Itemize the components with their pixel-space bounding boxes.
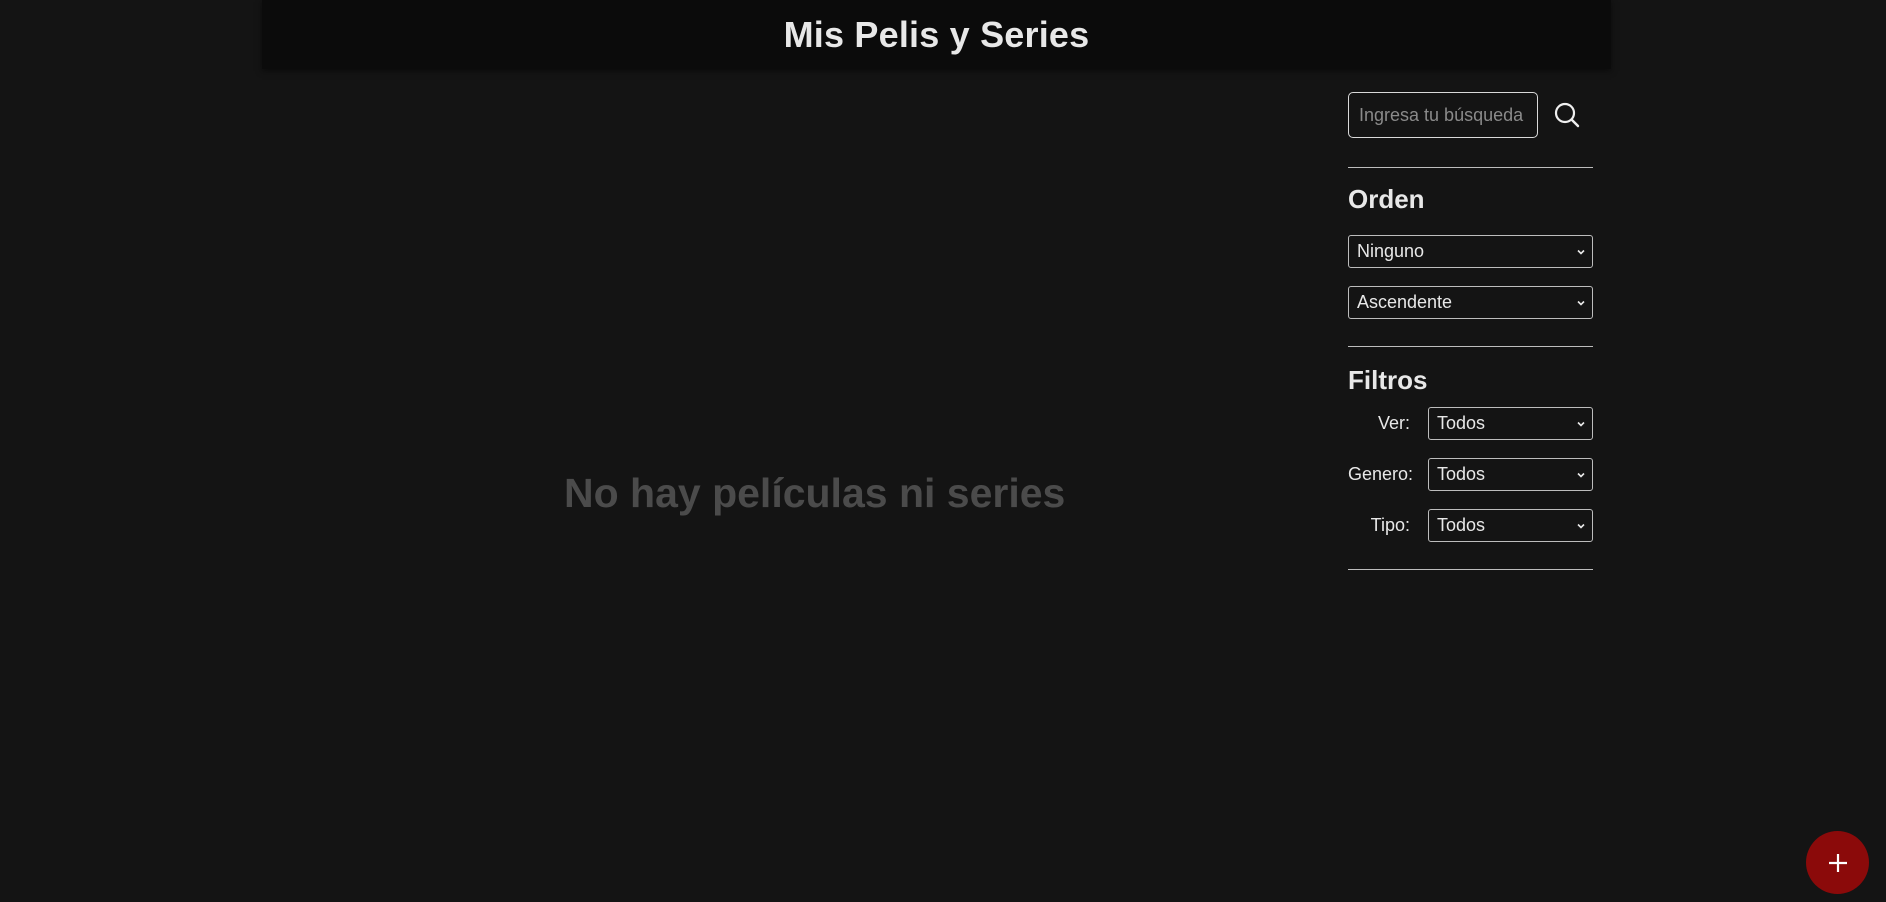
filter-tipo-select[interactable]: Todos bbox=[1428, 509, 1593, 542]
filter-tipo-value: Todos bbox=[1437, 515, 1486, 535]
plus-icon bbox=[1828, 853, 1847, 872]
app-title: Mis Pelis y Series bbox=[783, 13, 1090, 55]
filter-label-ver: Ver: bbox=[1377, 413, 1410, 433]
chevron-down-icon bbox=[1577, 249, 1585, 255]
filter-ver-select[interactable]: Todos bbox=[1428, 407, 1593, 440]
sort-direction-value: Ascendente bbox=[1357, 292, 1453, 312]
sort-by-value: Ninguno bbox=[1357, 241, 1425, 261]
divider bbox=[1348, 167, 1593, 168]
chevron-down-icon bbox=[1577, 300, 1585, 306]
sort-by-select[interactable]: Ninguno bbox=[1348, 235, 1593, 268]
filters-title: Filtros bbox=[1348, 365, 1428, 395]
filter-genero-select[interactable]: Todos bbox=[1428, 458, 1593, 491]
filter-row-genero: Genero: Todos bbox=[1348, 458, 1593, 491]
order-title: Orden bbox=[1348, 184, 1425, 214]
empty-state-message: No hay películas ni series bbox=[564, 470, 1066, 516]
app-header: Mis Pelis y Series bbox=[262, 0, 1611, 69]
add-item-button[interactable] bbox=[1806, 831, 1869, 894]
divider bbox=[1348, 569, 1593, 570]
divider bbox=[1348, 346, 1593, 347]
chevron-down-icon bbox=[1577, 421, 1585, 427]
chevron-down-icon bbox=[1577, 523, 1585, 529]
filter-label-tipo: Tipo: bbox=[1370, 515, 1410, 535]
sidebar: Orden Ninguno Ascendente Filtros Ver: To… bbox=[1348, 92, 1593, 570]
filter-genero-value: Todos bbox=[1437, 464, 1486, 484]
search-input[interactable] bbox=[1348, 92, 1538, 138]
search-button[interactable] bbox=[1542, 92, 1592, 138]
filter-row-ver: Ver: Todos bbox=[1348, 407, 1593, 440]
sort-direction-select[interactable]: Ascendente bbox=[1348, 286, 1593, 319]
filter-label-genero: Genero: bbox=[1348, 464, 1414, 484]
filter-row-tipo: Tipo: Todos bbox=[1348, 509, 1593, 542]
search-row bbox=[1348, 92, 1593, 138]
filter-ver-value: Todos bbox=[1437, 413, 1486, 433]
chevron-down-icon bbox=[1577, 472, 1585, 478]
search-icon bbox=[1554, 102, 1580, 128]
